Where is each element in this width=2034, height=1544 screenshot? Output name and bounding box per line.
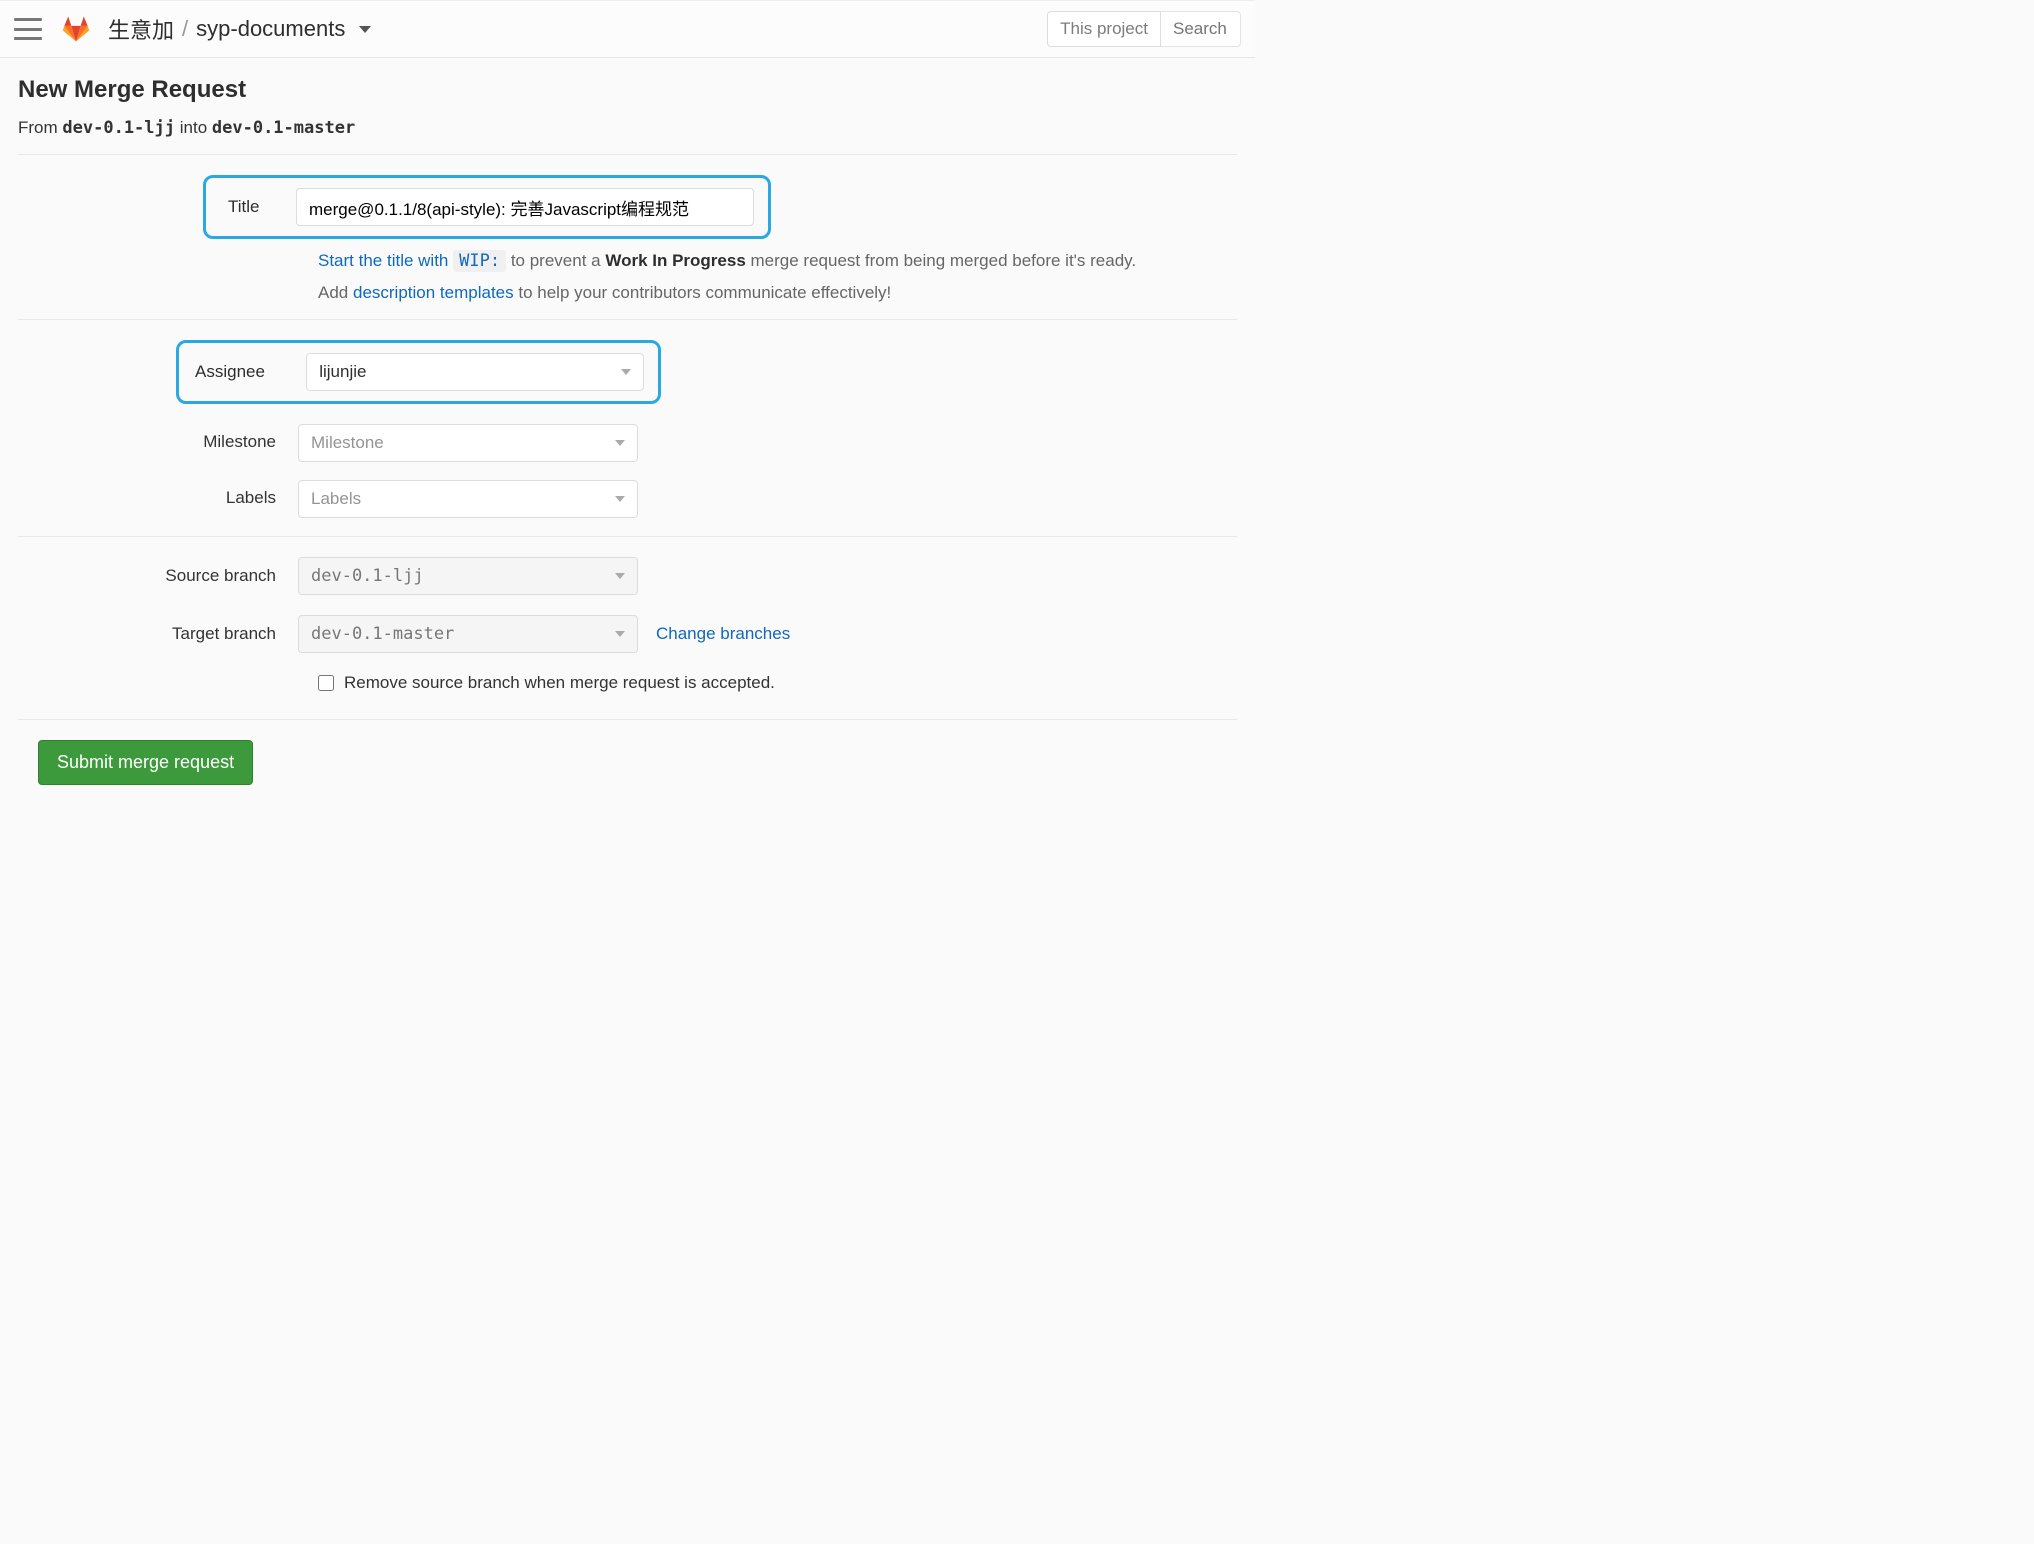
- source-branch-name: dev-0.1-ljj: [62, 118, 175, 138]
- breadcrumb-group[interactable]: 生意加: [108, 13, 174, 45]
- description-templates-link[interactable]: description templates: [353, 283, 514, 302]
- template-help-text: Add description templates to help your c…: [318, 283, 1237, 303]
- remove-source-branch-checkbox[interactable]: [318, 675, 334, 691]
- breadcrumb-project[interactable]: syp-documents: [196, 16, 345, 42]
- source-branch-label: Source branch: [18, 566, 298, 586]
- labels-label: Labels: [18, 480, 298, 508]
- target-branch-label: Target branch: [18, 624, 298, 644]
- milestone-label: Milestone: [18, 424, 298, 452]
- change-branches-link[interactable]: Change branches: [656, 624, 790, 644]
- divider: [18, 719, 1237, 720]
- source-branch-dropdown[interactable]: dev-0.1-ljj: [298, 557, 638, 595]
- search-input[interactable]: [1161, 11, 1241, 47]
- source-branch-value: dev-0.1-ljj: [311, 566, 424, 586]
- chevron-down-icon: [615, 496, 625, 502]
- page-title: New Merge Request: [18, 76, 1237, 104]
- chevron-down-icon: [615, 440, 625, 446]
- chevron-down-icon: [615, 631, 625, 637]
- title-highlight: Title: [203, 175, 771, 239]
- remove-source-branch-label: Remove source branch when merge request …: [344, 673, 775, 693]
- assignee-label: Assignee: [189, 362, 306, 382]
- target-branch-dropdown[interactable]: dev-0.1-master: [298, 615, 638, 653]
- branch-summary: From dev-0.1-ljj into dev-0.1-master: [18, 118, 1237, 138]
- divider: [18, 319, 1237, 320]
- assignee-dropdown[interactable]: lijunjie: [306, 353, 644, 391]
- submit-merge-request-button[interactable]: Submit merge request: [38, 740, 253, 785]
- labels-dropdown[interactable]: Labels: [298, 480, 638, 518]
- milestone-placeholder: Milestone: [311, 433, 384, 453]
- wip-code-badge: WIP:: [453, 250, 506, 272]
- divider: [18, 154, 1237, 155]
- from-label: From: [18, 118, 58, 137]
- title-input[interactable]: [296, 188, 754, 226]
- chevron-down-icon: [615, 573, 625, 579]
- wip-prefix-link[interactable]: Start the title with: [318, 251, 448, 270]
- hamburger-menu-icon[interactable]: [14, 18, 42, 40]
- assignee-value: lijunjie: [319, 362, 366, 382]
- breadcrumb-separator: /: [182, 16, 188, 42]
- wip-help-text: Start the title with WIP: to prevent a W…: [318, 251, 1237, 271]
- labels-placeholder: Labels: [311, 489, 361, 509]
- assignee-highlight: Assignee lijunjie: [176, 340, 661, 404]
- breadcrumb: 生意加 / syp-documents: [108, 13, 371, 45]
- gitlab-logo-icon[interactable]: [62, 15, 90, 43]
- title-label: Title: [216, 197, 296, 217]
- target-branch-name: dev-0.1-master: [212, 118, 355, 138]
- milestone-dropdown[interactable]: Milestone: [298, 424, 638, 462]
- chevron-down-icon[interactable]: [359, 26, 371, 33]
- top-navbar: 生意加 / syp-documents This project: [0, 0, 1255, 58]
- divider: [18, 536, 1237, 537]
- into-label: into: [180, 118, 207, 137]
- chevron-down-icon: [621, 369, 631, 375]
- target-branch-value: dev-0.1-master: [311, 624, 454, 644]
- search-scope-button[interactable]: This project: [1047, 11, 1161, 47]
